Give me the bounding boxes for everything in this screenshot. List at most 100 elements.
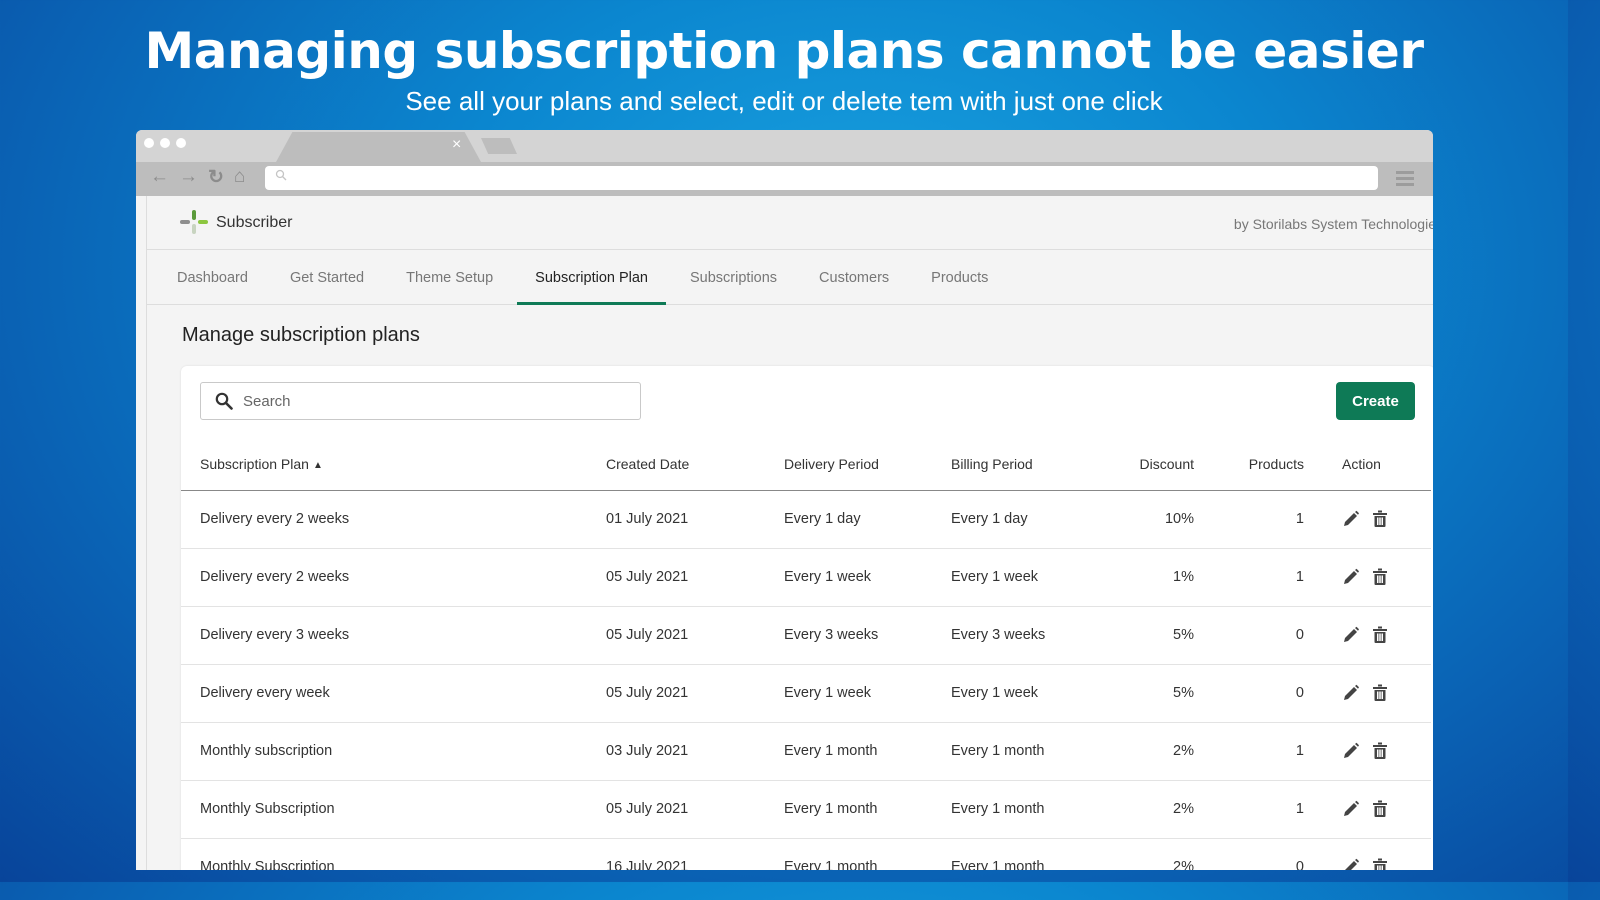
delete-trash-icon[interactable] xyxy=(1372,568,1388,586)
tab-close-icon[interactable]: × xyxy=(452,136,461,154)
edit-pencil-icon[interactable] xyxy=(1342,742,1360,760)
table-row[interactable]: Delivery every 2 weeks 05 July 2021 Ever… xyxy=(181,548,1431,607)
window-controls xyxy=(144,138,186,148)
products-count: 0 xyxy=(1194,838,1304,870)
column-header-created-date[interactable]: Created Date xyxy=(606,438,784,491)
plans-card: Create Subscription Plan▲ Created Date D… xyxy=(181,366,1433,870)
search-input[interactable] xyxy=(243,392,623,410)
column-header-plan[interactable]: Subscription Plan ▲ xyxy=(181,438,606,491)
plan-name[interactable]: Delivery every 3 weeks xyxy=(181,606,606,665)
discount: 1% xyxy=(1101,548,1194,607)
subscriber-logo-icon xyxy=(180,210,208,234)
row-actions xyxy=(1304,664,1431,723)
edit-pencil-icon[interactable] xyxy=(1342,800,1360,818)
plans-table: Subscription Plan ▲ Created Date Delivery… xyxy=(181,438,1431,870)
products-count: 1 xyxy=(1194,490,1304,549)
delete-trash-icon[interactable] xyxy=(1372,626,1388,644)
window-close-dot[interactable] xyxy=(144,138,154,148)
table-row[interactable]: Delivery every week 05 July 2021 Every 1… xyxy=(181,664,1431,723)
page-title: Manage subscription plans xyxy=(182,324,420,346)
nav-tab-subscription-plan[interactable]: Subscription Plan xyxy=(517,250,666,305)
products-count: 1 xyxy=(1194,780,1304,839)
table-row[interactable]: Monthly Subscription 05 July 2021 Every … xyxy=(181,780,1431,839)
window-minimize-dot[interactable] xyxy=(160,138,170,148)
nav-tab-products[interactable]: Products xyxy=(913,250,1006,304)
create-button[interactable]: Create xyxy=(1336,382,1415,420)
delivery-period: Every 1 month xyxy=(784,722,951,781)
row-actions xyxy=(1304,490,1431,549)
home-icon[interactable]: ⌂ xyxy=(234,166,245,189)
row-actions xyxy=(1304,548,1431,607)
discount: 2% xyxy=(1101,838,1194,870)
products-count: 0 xyxy=(1194,606,1304,665)
delivery-period: Every 1 day xyxy=(784,490,951,549)
edit-pencil-icon[interactable] xyxy=(1342,626,1360,644)
column-header-products[interactable]: Products xyxy=(1194,438,1304,491)
table-header-row: Subscription Plan ▲ Created Date Delivery… xyxy=(181,438,1431,491)
app-header: Subscriber by Storilabs System Technolog… xyxy=(147,196,1433,250)
app-container: Subscriber by Storilabs System Technolog… xyxy=(146,196,1433,870)
delete-trash-icon[interactable] xyxy=(1372,510,1388,528)
delivery-period: Every 1 month xyxy=(784,780,951,839)
row-actions xyxy=(1304,606,1431,665)
table-row[interactable]: Delivery every 2 weeks 01 July 2021 Ever… xyxy=(181,490,1431,549)
edit-pencil-icon[interactable] xyxy=(1342,684,1360,702)
billing-period: Every 1 month xyxy=(951,838,1101,870)
plan-name[interactable]: Monthly Subscription xyxy=(181,780,606,839)
plan-name[interactable]: Delivery every 2 weeks xyxy=(181,548,606,607)
column-header-billing-period[interactable]: Billing Period xyxy=(951,438,1101,491)
browser-tabbar: × xyxy=(136,130,1433,162)
table-row[interactable]: Monthly subscription 03 July 2021 Every … xyxy=(181,722,1431,781)
products-count: 1 xyxy=(1194,548,1304,607)
products-count: 0 xyxy=(1194,664,1304,723)
billing-period: Every 1 day xyxy=(951,490,1101,549)
delete-trash-icon[interactable] xyxy=(1372,800,1388,818)
new-tab-button[interactable] xyxy=(481,138,517,154)
edit-pencil-icon[interactable] xyxy=(1342,568,1360,586)
row-actions xyxy=(1304,838,1431,870)
discount: 5% xyxy=(1101,606,1194,665)
delete-trash-icon[interactable] xyxy=(1372,684,1388,702)
edit-pencil-icon[interactable] xyxy=(1342,858,1360,870)
sort-asc-icon[interactable]: ▲ xyxy=(313,460,323,471)
plan-name[interactable]: Monthly subscription xyxy=(181,722,606,781)
nav-tab-get-started[interactable]: Get Started xyxy=(272,250,382,304)
delete-trash-icon[interactable] xyxy=(1372,742,1388,760)
created-date: 05 July 2021 xyxy=(606,606,784,665)
back-arrow-icon[interactable]: ← xyxy=(150,166,169,189)
discount: 5% xyxy=(1101,664,1194,723)
browser-tab[interactable] xyxy=(276,132,481,162)
nav-tab-subscriptions[interactable]: Subscriptions xyxy=(672,250,795,304)
delete-trash-icon[interactable] xyxy=(1372,858,1388,870)
delivery-period: Every 1 month xyxy=(784,838,951,870)
hero-title: Managing subscription plans cannot be ea… xyxy=(144,22,1424,80)
billing-period: Every 1 week xyxy=(951,548,1101,607)
forward-arrow-icon[interactable]: → xyxy=(179,166,198,189)
nav-tab-dashboard[interactable]: Dashboard xyxy=(159,250,266,304)
nav-tab-theme-setup[interactable]: Theme Setup xyxy=(388,250,511,304)
plan-name[interactable]: Delivery every week xyxy=(181,664,606,723)
column-header-action: Action xyxy=(1304,438,1431,491)
hero-subtitle: See all your plans and select, edit or d… xyxy=(405,86,1163,116)
created-date: 01 July 2021 xyxy=(606,490,784,549)
edit-pencil-icon[interactable] xyxy=(1342,510,1360,528)
plan-name[interactable]: Delivery every 2 weeks xyxy=(181,490,606,549)
created-date: 03 July 2021 xyxy=(606,722,784,781)
column-header-delivery-period[interactable]: Delivery Period xyxy=(784,438,951,491)
search-field[interactable] xyxy=(200,382,641,420)
table-row[interactable]: Delivery every 3 weeks 05 July 2021 Ever… xyxy=(181,606,1431,665)
address-bar[interactable] xyxy=(265,166,1378,190)
created-date: 16 July 2021 xyxy=(606,838,784,870)
plan-name[interactable]: Monthly Subscription xyxy=(181,838,606,870)
window-maximize-dot[interactable] xyxy=(176,138,186,148)
column-header-discount[interactable]: Discount xyxy=(1101,438,1194,491)
delivery-period: Every 1 week xyxy=(784,548,951,607)
reload-icon[interactable]: ↻ xyxy=(208,166,224,189)
search-icon xyxy=(215,392,233,410)
table-row[interactable]: Monthly Subscription 16 July 2021 Every … xyxy=(181,838,1431,870)
delivery-period: Every 1 week xyxy=(784,664,951,723)
nav-tab-customers[interactable]: Customers xyxy=(801,250,907,304)
browser-menu-icon[interactable] xyxy=(1396,171,1414,189)
browser-navbar: ← → ↻ ⌂ xyxy=(136,162,1433,196)
billing-period: Every 1 month xyxy=(951,722,1101,781)
